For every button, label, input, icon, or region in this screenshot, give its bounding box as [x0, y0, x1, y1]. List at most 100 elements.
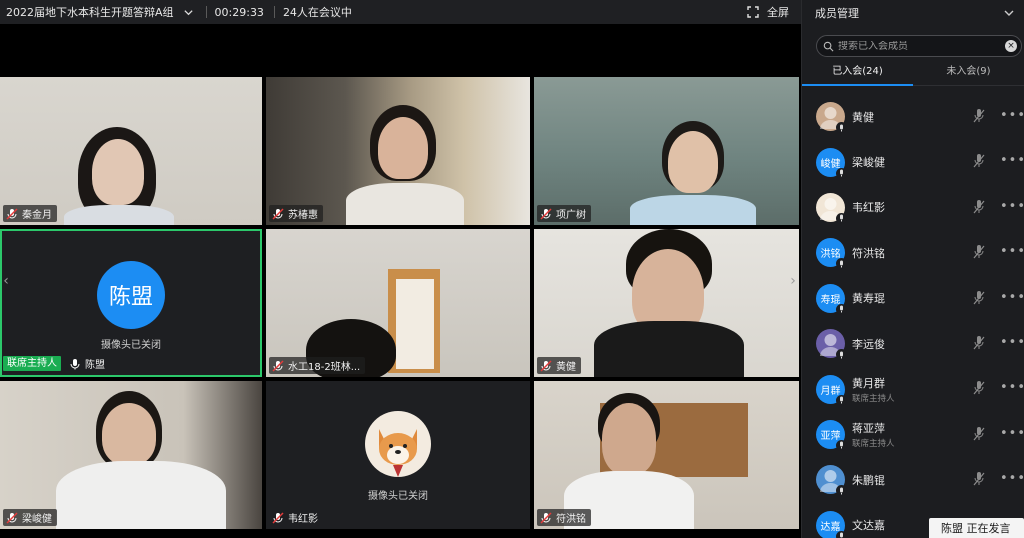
- fullscreen-label: 全屏: [767, 6, 789, 19]
- member-management-panel: 成员管理 × 已入会(24) 未入会(9) 黄健 ••• 峻健梁峻健 ••• 韦红影 ••…: [801, 0, 1024, 538]
- meeting-title: 2022届地下水本科生开题答辩A组: [6, 6, 174, 19]
- more-options-icon[interactable]: •••: [1000, 108, 1024, 123]
- device-badge-icon: [836, 530, 847, 538]
- member-info: 李远俊: [852, 336, 885, 352]
- dog-avatar-icon: [379, 429, 417, 477]
- member-row[interactable]: 韦红影 •••: [802, 185, 1024, 230]
- mic-muted-icon[interactable]: [972, 380, 986, 396]
- member-info: 黄健: [852, 109, 874, 125]
- member-row[interactable]: 寿琨 黄寿琨 •••: [802, 276, 1024, 321]
- more-options-icon[interactable]: •••: [1000, 290, 1024, 305]
- participant-name: 水工18-2班林...: [288, 362, 361, 373]
- more-options-icon[interactable]: •••: [1000, 244, 1024, 259]
- mic-muted-icon[interactable]: [972, 290, 986, 306]
- participant-name: 苏椿惠: [288, 210, 318, 221]
- member-name: 李远俊: [852, 337, 885, 351]
- participant-count: 24人在会议中: [282, 6, 352, 19]
- member-search-input[interactable]: [838, 40, 1003, 52]
- mic-muted-icon[interactable]: [972, 335, 986, 351]
- camera-off-label: 摄像头已关闭: [368, 491, 428, 502]
- participant-namebar: 苏椿惠: [269, 205, 323, 222]
- more-options-icon[interactable]: •••: [1000, 199, 1024, 214]
- member-tabs: 已入会(24) 未入会(9): [802, 60, 1024, 86]
- divider: [205, 6, 207, 18]
- participant-name: 陈盟: [85, 360, 105, 371]
- avatar: [816, 192, 847, 224]
- member-role: 联席主持人: [852, 393, 895, 404]
- next-page-arrow[interactable]: ›: [787, 24, 799, 538]
- avatar-initials: 月群: [820, 385, 841, 397]
- more-options-icon[interactable]: •••: [1000, 380, 1024, 395]
- device-badge-icon: [836, 258, 847, 270]
- video-tile[interactable]: 摄像头已关闭 韦红影: [266, 381, 530, 529]
- member-name: 符洪铭: [852, 246, 885, 260]
- panel-header: 成员管理: [802, 0, 1024, 26]
- tab-joined[interactable]: 已入会(24): [802, 60, 913, 86]
- video-tile[interactable]: 水工18-2班林...: [266, 229, 530, 377]
- more-options-icon[interactable]: •••: [1000, 426, 1024, 441]
- tab-not-joined[interactable]: 未入会(9): [913, 60, 1024, 85]
- member-row[interactable]: 亚萍 蒋亚萍 联席主持人 •••: [802, 412, 1024, 457]
- more-options-icon[interactable]: •••: [1000, 471, 1024, 486]
- member-row[interactable]: 峻健 梁峻健 •••: [802, 139, 1024, 184]
- video-tile[interactable]: 梁峻健: [0, 381, 262, 529]
- avatar: 陈盟: [97, 261, 165, 329]
- avatar-initials: 达嘉: [820, 521, 841, 533]
- member-row[interactable]: 黄健 •••: [802, 94, 1024, 139]
- avatar: 亚萍: [816, 419, 847, 451]
- avatar: 月群: [816, 374, 847, 406]
- chevron-down-icon[interactable]: [182, 5, 196, 19]
- avatar-initials: 寿琨: [820, 294, 841, 306]
- mic-muted-icon[interactable]: [972, 471, 986, 487]
- participant-name: 韦红影: [288, 514, 318, 525]
- mic-muted-icon[interactable]: [972, 153, 986, 169]
- fullscreen-button[interactable]: 全屏: [747, 0, 789, 24]
- video-tile[interactable]: 秦金月: [0, 77, 262, 225]
- mic-muted-icon[interactable]: [972, 108, 986, 124]
- mic-muted-icon[interactable]: [972, 199, 986, 215]
- member-name: 文达嘉: [852, 519, 885, 533]
- member-name: 黄健: [852, 110, 874, 124]
- device-badge-icon: [836, 303, 847, 315]
- video-tile[interactable]: 符洪铭: [534, 381, 799, 529]
- previous-page-arrow[interactable]: ‹: [0, 24, 12, 538]
- clear-search-icon[interactable]: ×: [1005, 40, 1017, 52]
- video-tile-active-speaker[interactable]: 陈盟 摄像头已关闭 联席主持人 陈盟: [0, 229, 262, 377]
- member-row[interactable]: 李远俊 •••: [802, 321, 1024, 366]
- video-tile[interactable]: 黄健: [534, 229, 799, 377]
- mic-muted-icon[interactable]: [972, 426, 986, 442]
- device-badge-icon: [836, 439, 847, 451]
- member-row[interactable]: 月群 黄月群 联席主持人 •••: [802, 366, 1024, 411]
- member-info: 黄月群 联席主持人: [852, 375, 895, 404]
- chevron-down-icon[interactable]: [1002, 6, 1016, 20]
- more-options-icon[interactable]: •••: [1000, 335, 1024, 350]
- video-tile[interactable]: 项广树: [534, 77, 799, 225]
- member-info: 朱鹏锟: [852, 472, 885, 488]
- member-name: 梁峻健: [852, 156, 885, 170]
- mic-muted-icon[interactable]: [972, 244, 986, 260]
- avatar: 达嘉: [816, 510, 847, 538]
- fullscreen-icon: [747, 6, 759, 18]
- member-row[interactable]: 洪铭 符洪铭 •••: [802, 230, 1024, 275]
- avatar: [816, 102, 847, 134]
- participant-namebar: 联席主持人 陈盟: [3, 355, 110, 372]
- member-list: 黄健 ••• 峻健 梁峻健 ••• 韦红影 ••• 洪铭 符洪铭 ••• 寿琨 黄寿琨 ••• 李远俊 ••…: [802, 94, 1024, 538]
- member-name: 朱鹏锟: [852, 473, 885, 487]
- device-badge-icon: [836, 394, 847, 406]
- member-info: 符洪铭: [852, 245, 885, 261]
- meeting-timer: 00:29:33: [214, 5, 264, 19]
- participant-namebar: 符洪铭: [537, 509, 591, 526]
- mic-muted-icon: [272, 359, 284, 372]
- member-role: 联席主持人: [852, 438, 895, 449]
- participant-namebar: 水工18-2班林...: [269, 357, 366, 374]
- divider: [273, 6, 275, 18]
- member-search-field[interactable]: ×: [816, 35, 1022, 57]
- member-info: 文达嘉: [852, 517, 885, 533]
- participant-name: 梁峻健: [22, 514, 52, 525]
- video-tile[interactable]: 苏椿惠: [266, 77, 530, 225]
- member-row[interactable]: 朱鹏锟 •••: [802, 457, 1024, 502]
- participant-name: 符洪铭: [556, 514, 586, 525]
- avatar: [816, 329, 847, 361]
- more-options-icon[interactable]: •••: [1000, 153, 1024, 168]
- participant-name: 项广树: [556, 210, 586, 221]
